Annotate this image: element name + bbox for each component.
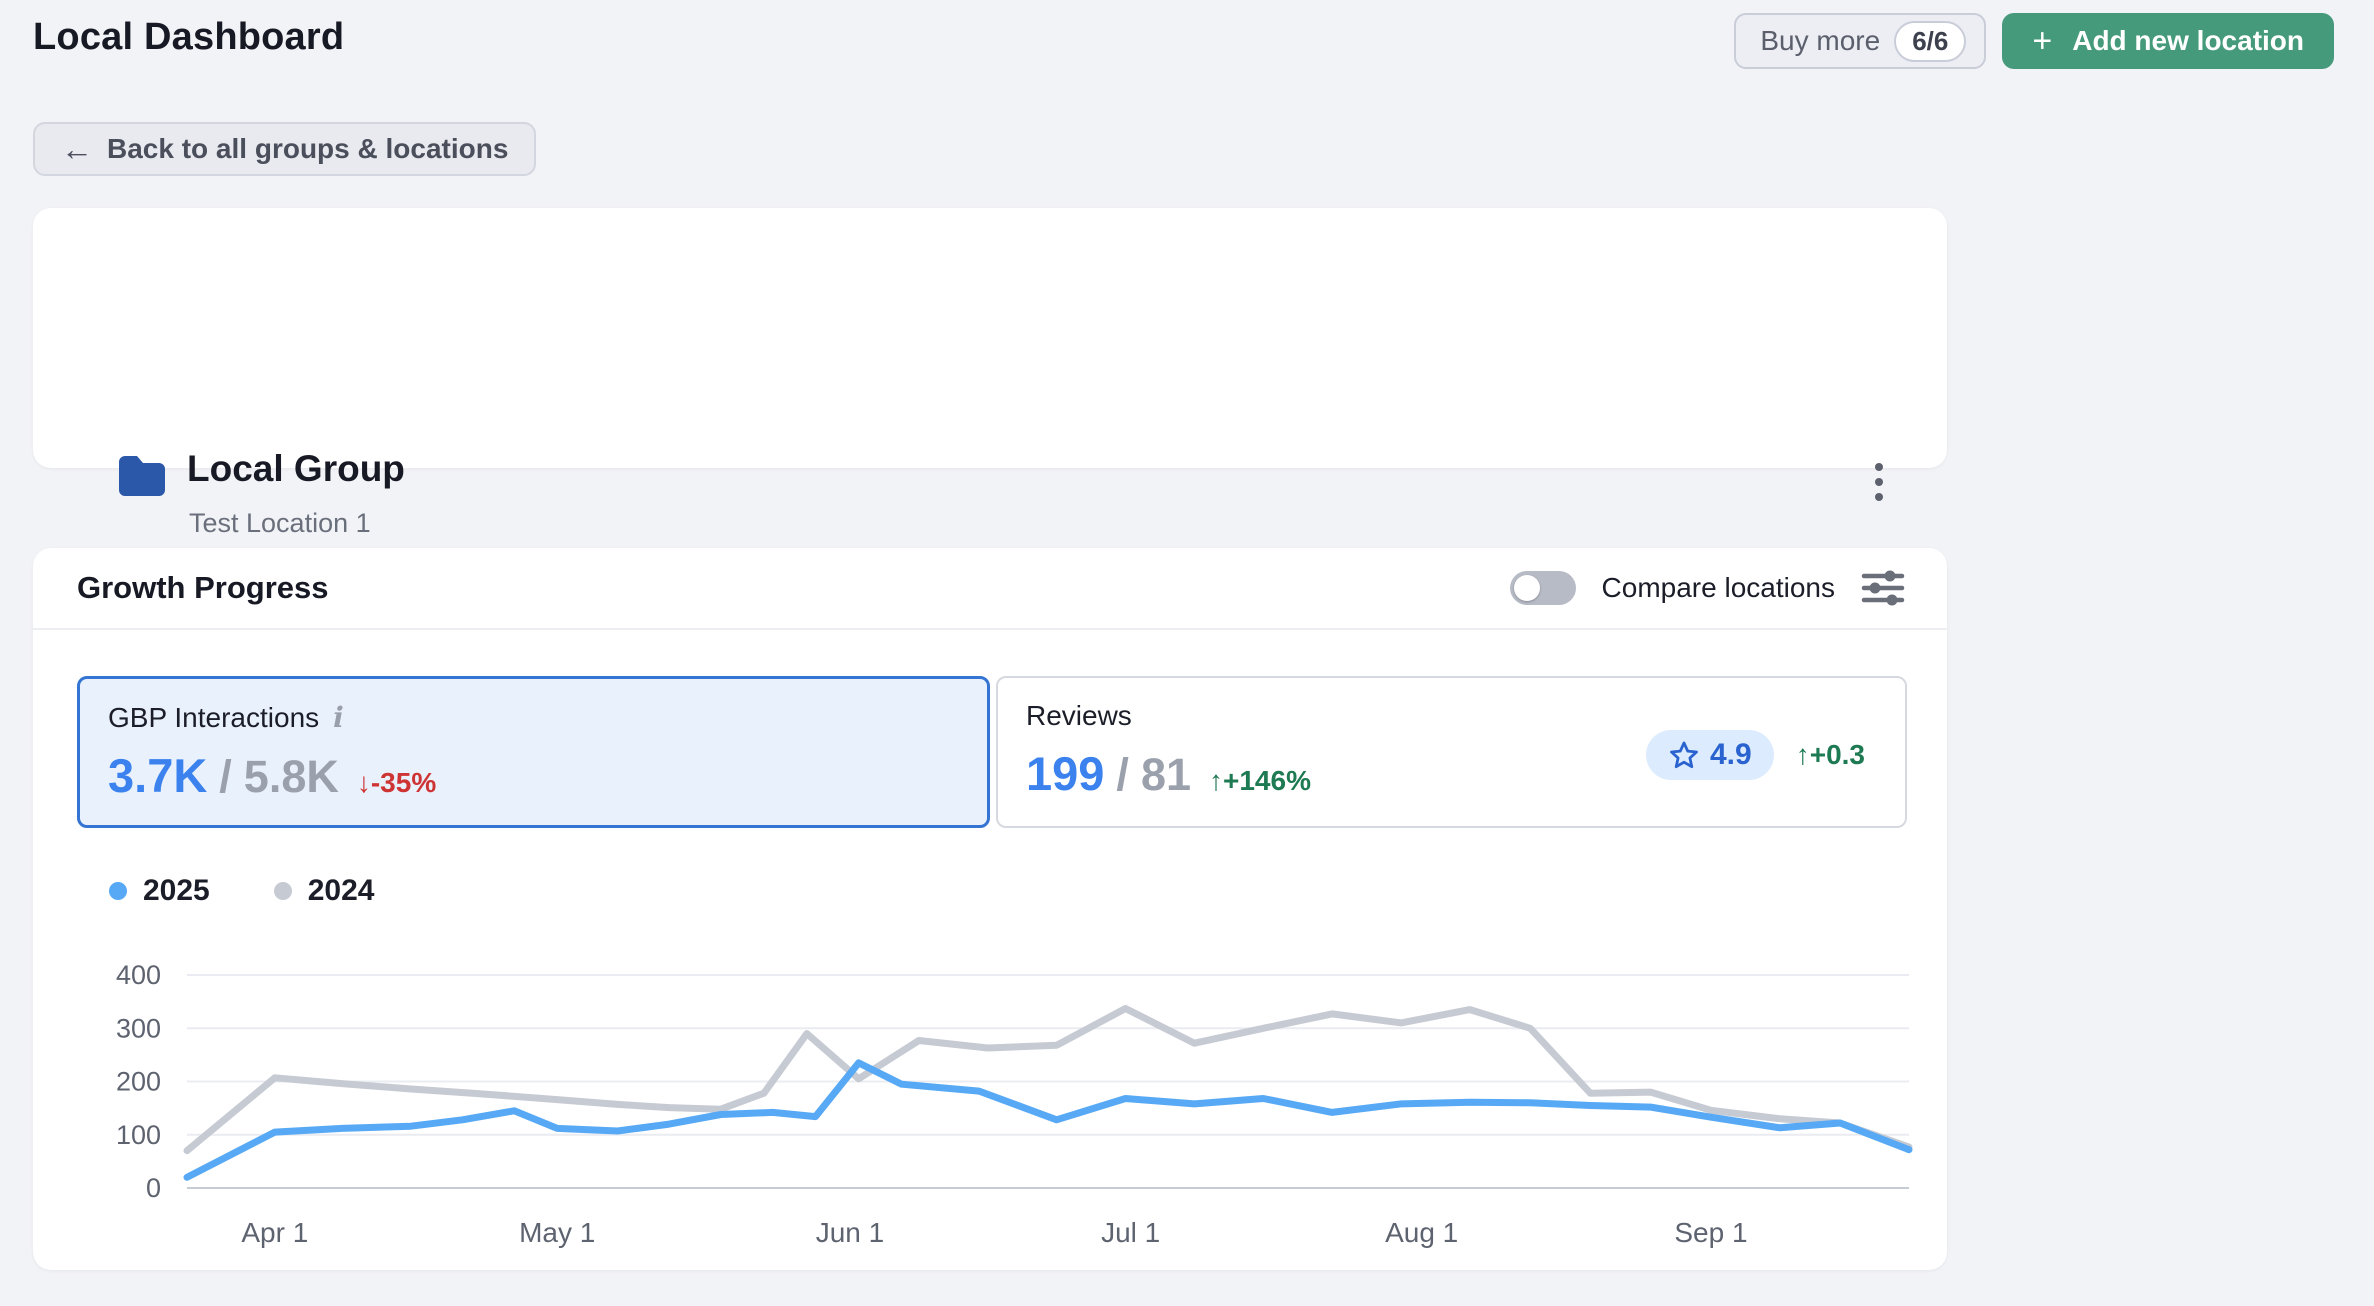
svg-text:300: 300 <box>116 1013 161 1043</box>
legend-item-2025[interactable]: 2025 <box>109 874 210 908</box>
svg-text:0: 0 <box>146 1173 161 1203</box>
plus-icon: + <box>2032 24 2052 58</box>
legend-label: 2025 <box>143 874 210 908</box>
rating-delta: ↑+0.3 <box>1796 739 1865 771</box>
group-title: Local Group <box>187 448 405 490</box>
reviews-tile[interactable]: Reviews 199 / 81 ↑+146% 4.9 ↑+0.3 <box>996 676 1907 828</box>
reviews-delta-badge: ↑+146% <box>1209 765 1311 797</box>
star-icon <box>1668 740 1700 771</box>
svg-text:100: 100 <box>116 1120 161 1150</box>
folder-icon <box>117 454 165 501</box>
filters-sliders-icon[interactable] <box>1861 569 1905 607</box>
chart-legend: 2025 2024 <box>109 874 375 908</box>
reviews-previous-value: 81 <box>1141 749 1191 801</box>
gbp-delta-badge: ↓-35% <box>357 767 436 799</box>
growth-progress-title: Growth Progress <box>77 570 329 606</box>
back-to-groups-button[interactable]: ← Back to all groups & locations <box>33 122 536 176</box>
value-separator: / <box>219 751 232 803</box>
metric-tiles: GBP Interactions i 3.7K / 5.8K ↓-35% Rev… <box>77 676 1907 828</box>
svg-text:May 1: May 1 <box>519 1217 595 1248</box>
group-subtitle: Test Location 1 <box>189 508 371 539</box>
quota-badge: 6/6 <box>1894 21 1966 62</box>
legend-dot <box>274 882 292 900</box>
legend-label: 2024 <box>308 874 375 908</box>
compare-locations-label: Compare locations <box>1602 572 1835 604</box>
legend-item-2024[interactable]: 2024 <box>274 874 375 908</box>
growth-chart: 0 100 200 300 400 Apr 1 May 1 Jun 1 Jul 1 Aug 1 Se… <box>61 956 1941 1256</box>
value-separator: / <box>1116 749 1129 801</box>
gbp-interactions-tile[interactable]: GBP Interactions i 3.7K / 5.8K ↓-35% <box>77 676 990 828</box>
svg-text:200: 200 <box>116 1067 161 1097</box>
page-title: Local Dashboard <box>33 16 344 59</box>
local-group-card: Local Group Test Location 1 Group with 2… <box>33 208 1947 468</box>
growth-progress-card: Growth Progress Compare locations <box>33 548 1947 1270</box>
svg-text:Jul 1: Jul 1 <box>1101 1217 1160 1248</box>
info-icon[interactable]: i <box>333 701 344 734</box>
rating-group: 4.9 ↑+0.3 <box>1646 730 1865 780</box>
buy-more-button[interactable]: Buy more 6/6 <box>1734 13 1986 69</box>
gbp-interactions-label: GBP Interactions <box>108 702 319 734</box>
rating-value: 4.9 <box>1710 738 1752 772</box>
add-new-location-label: Add new location <box>2072 25 2304 57</box>
local-dashboard-page: Local Dashboard Buy more 6/6 + Add new l… <box>0 0 2374 1306</box>
buy-more-label: Buy more <box>1760 25 1880 57</box>
gbp-current-value: 3.7K <box>108 748 207 803</box>
back-button-label: Back to all groups & locations <box>107 133 508 165</box>
add-new-location-button[interactable]: + Add new location <box>2002 13 2334 69</box>
gbp-previous-value: 5.8K <box>244 751 339 803</box>
svg-text:Jun 1: Jun 1 <box>816 1217 885 1248</box>
svg-text:400: 400 <box>116 960 161 990</box>
arrow-left-icon: ← <box>61 131 93 168</box>
svg-text:Apr 1: Apr 1 <box>241 1217 308 1248</box>
group-menu-kebab-icon[interactable] <box>1857 456 1901 508</box>
rating-badge: 4.9 <box>1646 730 1774 780</box>
compare-locations-toggle[interactable] <box>1510 571 1576 605</box>
growth-controls: Compare locations <box>1510 569 1905 607</box>
legend-dot <box>109 882 127 900</box>
reviews-label: Reviews <box>1026 700 1132 732</box>
svg-text:Aug 1: Aug 1 <box>1385 1217 1458 1248</box>
growth-progress-header: Growth Progress Compare locations <box>33 548 1947 630</box>
reviews-current-value: 199 <box>1026 746 1104 801</box>
svg-text:Sep 1: Sep 1 <box>1674 1217 1747 1248</box>
header-actions: Buy more 6/6 + Add new location <box>1734 13 2334 69</box>
